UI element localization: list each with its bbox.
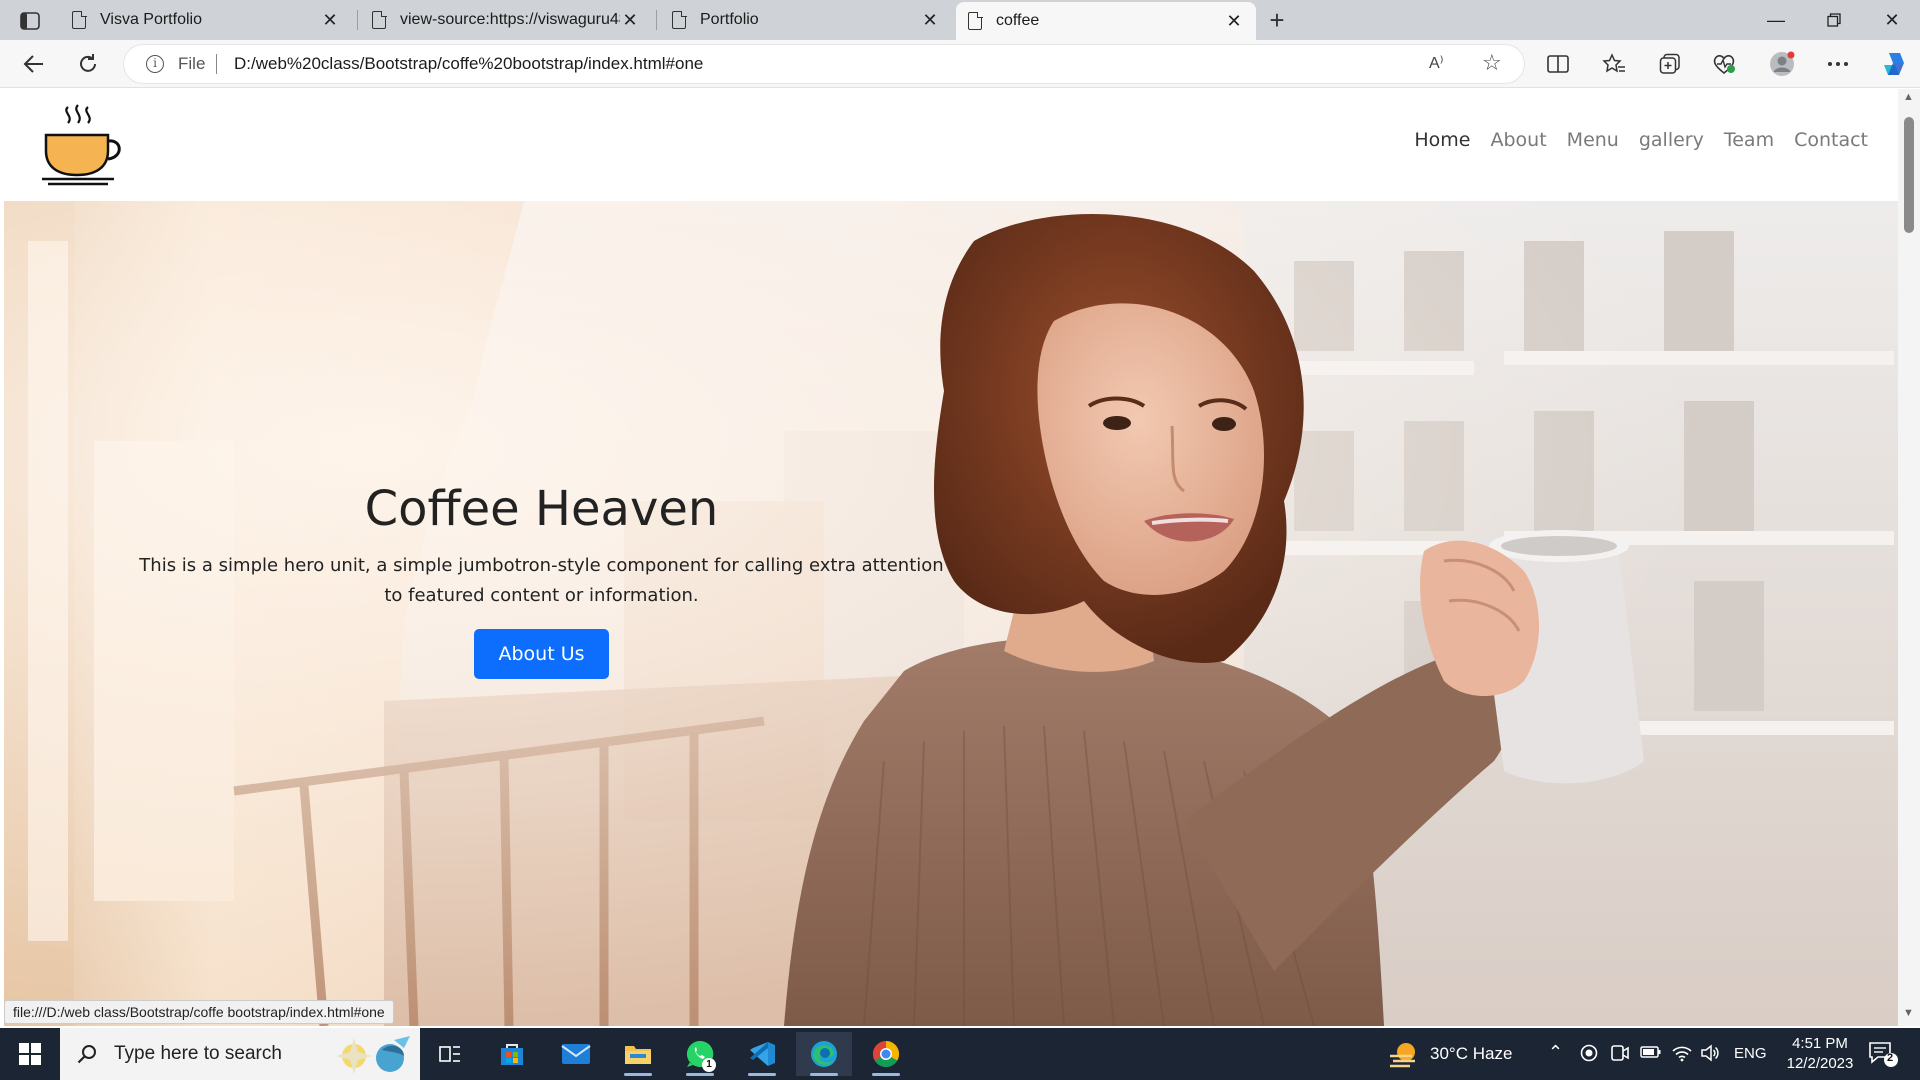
tab-visva-portfolio[interactable]: Visva Portfolio ✕ bbox=[60, 2, 352, 38]
nav-gallery[interactable]: gallery bbox=[1629, 129, 1714, 151]
whatsapp-badge: 1 bbox=[702, 1058, 716, 1072]
coffee-cup-logo[interactable] bbox=[38, 103, 128, 187]
tab-coffee[interactable]: coffee ✕ bbox=[956, 2, 1256, 40]
split-screen-icon[interactable] bbox=[1540, 46, 1576, 82]
volume-icon[interactable] bbox=[1700, 1044, 1720, 1066]
battery-icon[interactable] bbox=[1640, 1044, 1662, 1064]
weather-text: 30°C Haze bbox=[1430, 1044, 1513, 1063]
hero-section: Coffee Heaven This is a simple hero unit… bbox=[4, 201, 1898, 1026]
scrollbar-thumb[interactable] bbox=[1904, 117, 1914, 233]
address-url[interactable]: D:/web%20class/Bootstrap/coffe%20bootstr… bbox=[234, 54, 703, 74]
tab-actions-icon[interactable] bbox=[14, 8, 46, 34]
nav-about[interactable]: About bbox=[1480, 129, 1556, 151]
notification-count: 2 bbox=[1887, 1052, 1894, 1064]
clock-date: 12/2/2023 bbox=[1786, 1055, 1854, 1072]
hero-title: Coffee Heaven bbox=[364, 481, 719, 537]
meet-now-icon[interactable] bbox=[1580, 1044, 1598, 1066]
whatsapp-icon[interactable]: 1 bbox=[672, 1032, 728, 1076]
file-explorer-icon[interactable] bbox=[610, 1032, 666, 1076]
scroll-down-arrow-icon[interactable]: ▼ bbox=[1903, 1007, 1914, 1019]
tab-view-source[interactable]: view-source:https://viswaguru48 ✕ bbox=[360, 2, 652, 38]
nav-links: Home About Menu gallery Team Contact bbox=[1404, 129, 1878, 151]
input-language[interactable]: ENG bbox=[1734, 1045, 1767, 1062]
search-placeholder: Type here to search bbox=[114, 1043, 282, 1064]
close-icon[interactable]: ✕ bbox=[620, 10, 640, 30]
restore-icon[interactable] bbox=[1806, 0, 1862, 40]
wifi-icon[interactable] bbox=[1672, 1044, 1692, 1066]
read-aloud-icon[interactable]: A⁾ bbox=[1429, 53, 1444, 73]
show-hidden-icons-chevron-up-icon[interactable]: ⌃ bbox=[1548, 1042, 1563, 1063]
refresh-button[interactable] bbox=[70, 46, 106, 82]
address-bar[interactable]: i File D:/web%20class/Bootstrap/coffe%20… bbox=[124, 45, 1524, 83]
notifications-icon[interactable]: 2 bbox=[1866, 1040, 1900, 1068]
tab-label: Visva Portfolio bbox=[100, 11, 202, 28]
nav-home[interactable]: Home bbox=[1404, 129, 1480, 151]
task-view-icon[interactable] bbox=[422, 1032, 478, 1076]
minimize-icon[interactable]: — bbox=[1748, 0, 1804, 40]
hero-description-line2: to featured content or information. bbox=[384, 585, 699, 606]
tab-label: coffee bbox=[996, 12, 1040, 29]
mail-icon[interactable] bbox=[548, 1032, 604, 1076]
tab-label: Portfolio bbox=[700, 11, 759, 28]
close-icon[interactable]: ✕ bbox=[320, 10, 340, 30]
page-scrollbar[interactable]: ▲ ▼ bbox=[1898, 89, 1920, 1026]
tab-divider bbox=[656, 10, 657, 30]
search-highlight-icon[interactable] bbox=[330, 1032, 416, 1076]
microsoft-store-icon[interactable] bbox=[484, 1032, 540, 1076]
page-icon bbox=[968, 11, 983, 30]
browser-toolbar: i File D:/web%20class/Bootstrap/coffe%20… bbox=[0, 40, 1920, 88]
browser-essentials-icon[interactable] bbox=[1706, 46, 1742, 82]
more-options-icon[interactable] bbox=[1820, 46, 1856, 82]
favorites-icon[interactable] bbox=[1596, 46, 1632, 82]
haze-sun-icon bbox=[1390, 1043, 1415, 1068]
system-clock[interactable]: 4:51 PM 12/2/2023 bbox=[1770, 1034, 1870, 1074]
page-viewport: Home About Menu gallery Team Contact Cof… bbox=[4, 89, 1898, 1026]
tab-portfolio[interactable]: Portfolio ✕ bbox=[660, 2, 952, 38]
nav-team[interactable]: Team bbox=[1714, 129, 1784, 151]
hero-description: This is a simple hero unit, a simple jum… bbox=[134, 551, 949, 611]
camera-icon[interactable] bbox=[1610, 1044, 1630, 1066]
window-close-icon[interactable]: ✕ bbox=[1864, 0, 1920, 40]
profile-avatar[interactable] bbox=[1764, 46, 1800, 82]
edge-browser-icon[interactable] bbox=[796, 1032, 852, 1076]
tab-label: view-source:https://viswaguru48 bbox=[400, 11, 620, 28]
address-scheme: File bbox=[178, 54, 206, 73]
close-icon[interactable]: ✕ bbox=[920, 10, 940, 30]
windows-taskbar: Type here to search 1 30°C Haze ⌃ ENG 4:… bbox=[0, 1028, 1920, 1080]
about-us-button[interactable]: About Us bbox=[474, 629, 609, 679]
vs-code-icon[interactable] bbox=[734, 1032, 790, 1076]
browser-tab-strip: Visva Portfolio ✕ view-source:https://vi… bbox=[0, 0, 1920, 40]
nav-contact[interactable]: Contact bbox=[1784, 129, 1878, 151]
tab-divider bbox=[357, 10, 358, 30]
address-divider bbox=[216, 54, 217, 74]
collections-icon[interactable] bbox=[1652, 46, 1688, 82]
page-icon bbox=[672, 10, 687, 29]
favorite-star-icon[interactable]: ☆ bbox=[1482, 50, 1502, 76]
close-icon[interactable]: ✕ bbox=[1224, 11, 1244, 31]
copilot-icon[interactable] bbox=[1876, 46, 1912, 82]
search-icon bbox=[76, 1043, 98, 1065]
new-tab-button[interactable]: + bbox=[1262, 5, 1292, 35]
hero-description-line1: This is a simple hero unit, a simple jum… bbox=[139, 555, 944, 576]
page-icon bbox=[372, 10, 387, 29]
back-button[interactable] bbox=[16, 46, 52, 82]
weather-widget[interactable]: 30°C Haze bbox=[1388, 1028, 1512, 1080]
chrome-icon[interactable] bbox=[858, 1032, 914, 1076]
clock-time: 4:51 PM bbox=[1792, 1035, 1848, 1052]
nav-menu[interactable]: Menu bbox=[1557, 129, 1629, 151]
page-icon bbox=[72, 10, 87, 29]
status-bar-url: file:///D:/web class/Bootstrap/coffe boo… bbox=[4, 1000, 394, 1024]
taskbar-search-box[interactable]: Type here to search bbox=[60, 1028, 420, 1080]
hero-content: Coffee Heaven This is a simple hero unit… bbox=[134, 481, 949, 679]
site-navbar: Home About Menu gallery Team Contact bbox=[4, 89, 1898, 201]
scroll-up-arrow-icon[interactable]: ▲ bbox=[1903, 91, 1914, 103]
windows-start-button[interactable] bbox=[0, 1028, 60, 1080]
site-info-icon[interactable]: i bbox=[146, 55, 164, 73]
